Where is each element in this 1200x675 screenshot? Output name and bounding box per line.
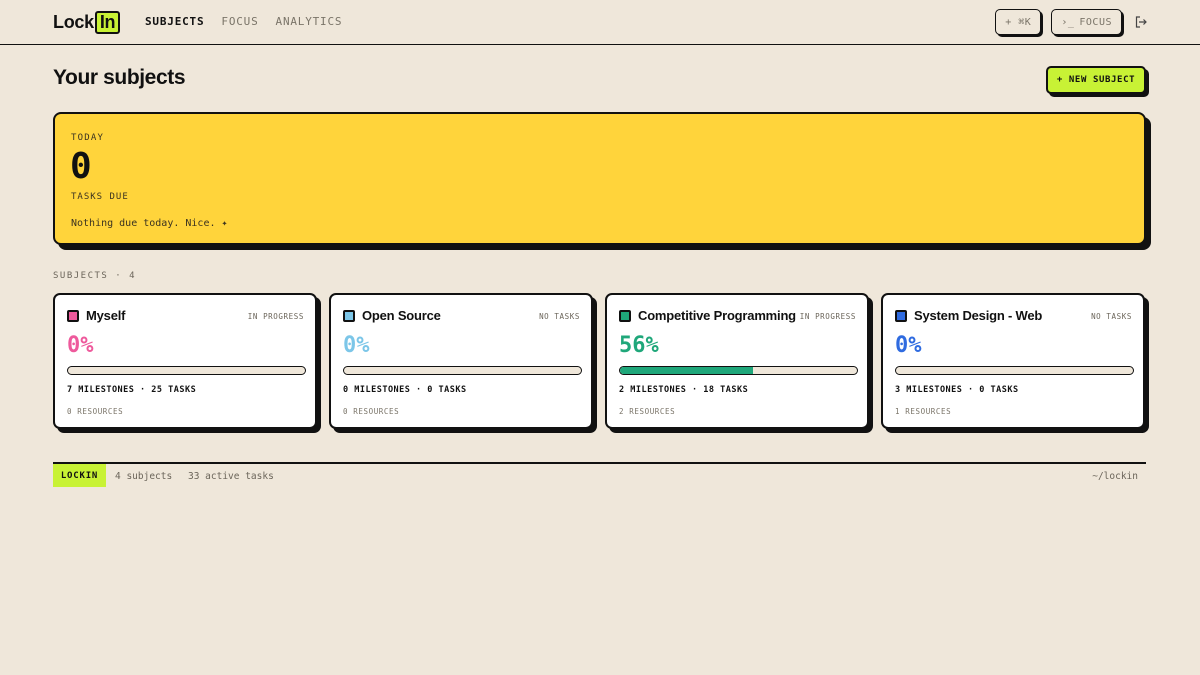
subject-resources: 0 RESOURCES [67, 407, 124, 416]
tasks-due-count: 0 [70, 146, 92, 187]
status-active-tasks: 33 active tasks [188, 471, 274, 482]
app-logo[interactable]: Lock In [53, 10, 121, 34]
nav-actions: + ⌘K ›_ FOCUS [995, 9, 1148, 35]
terminal-icon: ›_ [1061, 16, 1075, 28]
focus-button-label: FOCUS [1079, 16, 1112, 28]
subject-percent: 0% [343, 333, 370, 358]
logout-icon[interactable] [1134, 15, 1148, 29]
subject-name: Myself [86, 308, 126, 323]
progress-bar [67, 366, 306, 375]
subject-color-swatch [343, 310, 355, 322]
progress-fill [620, 367, 753, 374]
subject-color-swatch [895, 310, 907, 322]
progress-bar [619, 366, 858, 375]
subject-color-swatch [67, 310, 79, 322]
nav-links: SUBJECTS FOCUS ANALYTICS [145, 15, 342, 28]
subject-color-swatch [619, 310, 631, 322]
subject-name: Competitive Programming [638, 308, 796, 323]
top-nav: Lock In SUBJECTS FOCUS ANALYTICS + ⌘K ›_ … [0, 0, 1200, 45]
subject-card-open-source[interactable]: Open Source NO TASKS 0% 0 MILESTONES · 0… [329, 293, 593, 429]
subject-status-badge: IN PROGRESS [799, 312, 856, 321]
subject-milestones: 7 MILESTONES · 25 TASKS [67, 385, 197, 395]
nav-link-analytics[interactable]: ANALYTICS [276, 15, 343, 28]
subject-resources: 2 RESOURCES [619, 407, 676, 416]
logo-badge: In [94, 10, 121, 34]
progress-bar [343, 366, 582, 375]
nav-link-focus[interactable]: FOCUS [221, 15, 258, 28]
tasks-due-label: TASKS DUE [71, 192, 129, 202]
subject-percent: 0% [67, 333, 94, 358]
focus-button[interactable]: ›_ FOCUS [1051, 9, 1122, 35]
subject-status-badge: NO TASKS [1091, 312, 1132, 321]
subjects-section-label: SUBJECTS · 4 [53, 271, 137, 281]
subject-milestones: 2 MILESTONES · 18 TASKS [619, 385, 749, 395]
subject-resources: 0 RESOURCES [343, 407, 400, 416]
subject-card-competitive-programming[interactable]: Competitive Programming IN PROGRESS 56% … [605, 293, 869, 429]
subject-percent: 56% [619, 333, 659, 358]
subject-card-myself[interactable]: Myself IN PROGRESS 0% 7 MILESTONES · 25 … [53, 293, 317, 429]
subject-percent: 0% [895, 333, 922, 358]
subject-cards: Myself IN PROGRESS 0% 7 MILESTONES · 25 … [53, 293, 1146, 429]
subject-status-badge: NO TASKS [539, 312, 580, 321]
logo-text: Lock [53, 11, 94, 32]
today-message: Nothing due today. Nice. ✦ [71, 218, 228, 229]
nav-link-subjects[interactable]: SUBJECTS [145, 15, 204, 28]
status-bar-tag: LOCKIN [53, 464, 106, 487]
subject-name: Open Source [362, 308, 441, 323]
subject-card-system-design-web[interactable]: System Design - Web NO TASKS 0% 3 MILEST… [881, 293, 1145, 429]
command-palette-label: + ⌘K [1005, 16, 1032, 28]
subject-name: System Design - Web [914, 308, 1043, 323]
status-path: ~/lockin [1092, 471, 1138, 482]
today-label: TODAY [71, 133, 105, 143]
today-card: TODAY 0 TASKS DUE Nothing due today. Nic… [53, 112, 1146, 245]
subject-milestones: 3 MILESTONES · 0 TASKS [895, 385, 1019, 395]
status-subjects-count: 4 subjects [115, 471, 173, 482]
subject-resources: 1 RESOURCES [895, 407, 952, 416]
progress-bar [895, 366, 1134, 375]
subject-status-badge: IN PROGRESS [247, 312, 304, 321]
command-palette-button[interactable]: + ⌘K [995, 9, 1042, 35]
new-subject-button[interactable]: + NEW SUBJECT [1046, 66, 1146, 94]
subject-milestones: 0 MILESTONES · 0 TASKS [343, 385, 467, 395]
page-title: Your subjects [53, 66, 186, 89]
status-bar: LOCKIN 4 subjects 33 active tasks ~/lock… [53, 462, 1146, 487]
